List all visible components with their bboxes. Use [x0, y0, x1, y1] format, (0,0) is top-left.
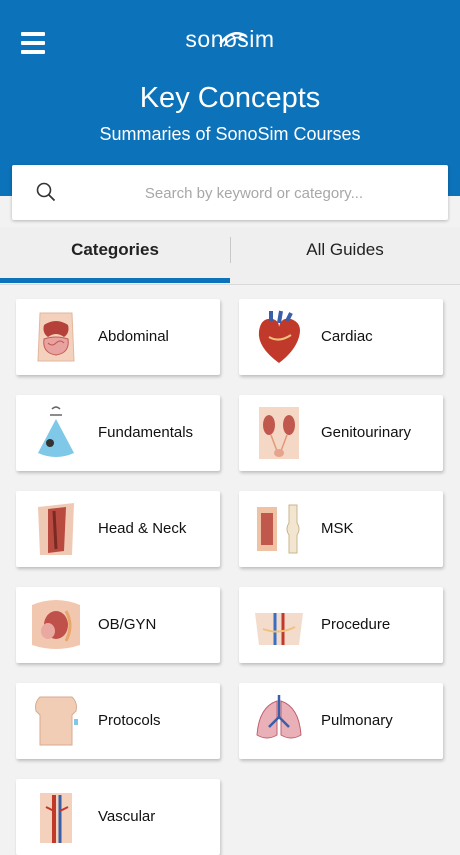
- search-icon: [36, 182, 56, 202]
- category-card-vascular[interactable]: Vascular: [16, 779, 220, 855]
- torso-anatomy-icon: [35, 696, 78, 746]
- category-label: Fundamentals: [98, 424, 194, 441]
- category-card-pulmonary[interactable]: Pulmonary: [239, 683, 443, 759]
- category-label: Protocols: [98, 712, 161, 729]
- knee-anatomy-icon: [257, 504, 300, 554]
- logo-swoosh-icon: [219, 32, 247, 47]
- category-card-ob-gyn[interactable]: OB/GYN: [16, 587, 220, 663]
- category-label: Procedure: [321, 616, 391, 633]
- category-card-procedure[interactable]: Procedure: [239, 587, 443, 663]
- abdomen-anatomy-icon: [37, 312, 75, 362]
- ultrasound-probe-icon: [38, 406, 74, 457]
- category-card-genitourinary[interactable]: Genitourinary: [239, 395, 443, 471]
- tab-categories[interactable]: Categories: [0, 227, 230, 279]
- search-bar: [12, 165, 448, 222]
- category-card-cardiac[interactable]: Cardiac: [239, 299, 443, 375]
- kidney-anatomy-icon: [259, 407, 299, 459]
- category-label: Vascular: [98, 808, 156, 825]
- vascular-anatomy-icon: [40, 793, 72, 843]
- sonosim-logo: sonosim: [0, 26, 460, 53]
- heart-anatomy-icon: [258, 310, 300, 363]
- lungs-anatomy-icon: [256, 695, 302, 739]
- page-title: Key Concepts: [139, 82, 321, 114]
- category-card-fundamentals[interactable]: Fundamentals: [16, 395, 220, 471]
- category-label: Cardiac: [321, 328, 373, 345]
- tab-bar: Categories All Guides: [0, 227, 460, 285]
- category-label: MSK: [321, 520, 354, 537]
- active-tab-indicator: [0, 278, 230, 283]
- category-label: Genitourinary: [321, 424, 412, 441]
- neck-anatomy-icon: [38, 503, 74, 555]
- tab-all-guides[interactable]: All Guides: [230, 227, 460, 279]
- page-subtitle: Summaries of SonoSim Courses: [99, 124, 361, 144]
- category-label: Head & Neck: [98, 520, 187, 537]
- category-label: Pulmonary: [321, 712, 393, 729]
- pelvis-anatomy-icon: [32, 600, 80, 649]
- category-label: OB/GYN: [98, 616, 157, 633]
- category-card-abdominal[interactable]: Abdominal: [16, 299, 220, 375]
- category-card-head-neck[interactable]: Head & Neck: [16, 491, 220, 567]
- category-card-msk[interactable]: MSK: [239, 491, 443, 567]
- category-label: Abdominal: [98, 328, 169, 345]
- procedure-anatomy-icon: [255, 613, 303, 645]
- category-card-protocols[interactable]: Protocols: [16, 683, 220, 759]
- search-input[interactable]: [72, 165, 436, 222]
